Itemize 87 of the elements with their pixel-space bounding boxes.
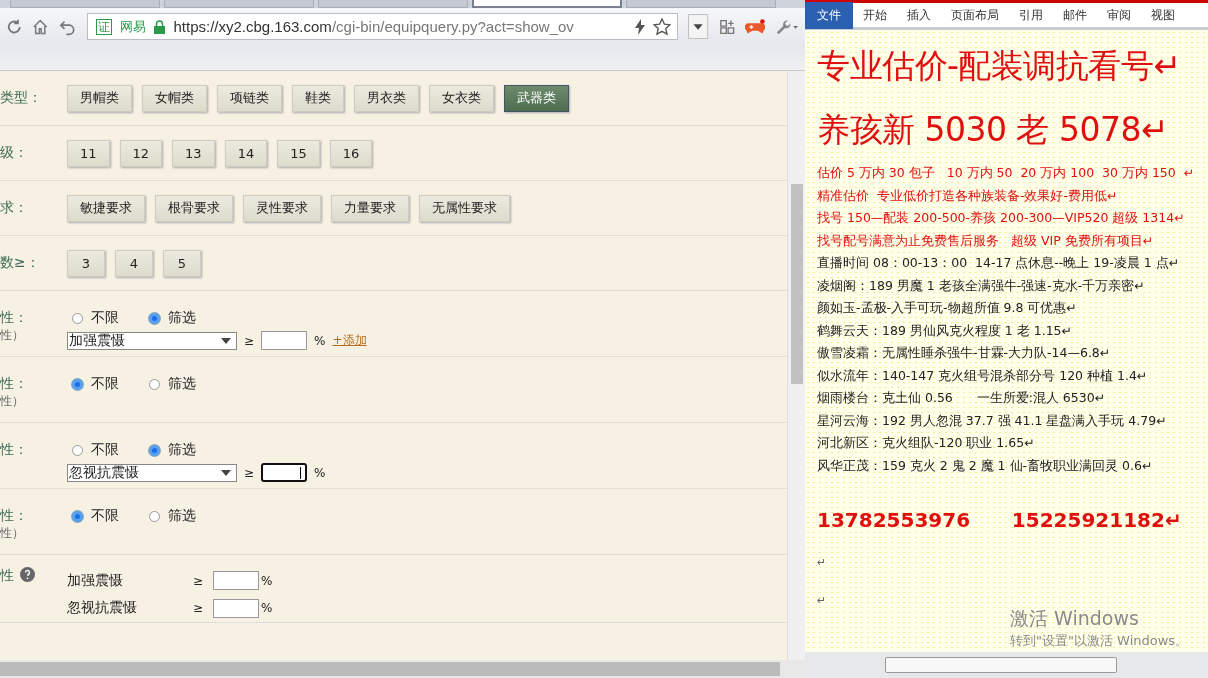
filter-option[interactable]: 鞋类 xyxy=(292,84,344,112)
attribute-sublabel: 性） xyxy=(0,327,25,344)
paragraph: 烟雨楼台：克土仙 0.56 一生所爱:混人 6530↵ xyxy=(817,389,1106,407)
ribbon-tab[interactable]: 开始 xyxy=(853,1,897,29)
paragraph: 鹤舞云天：189 男仙风克火程度 1 老 1.15↵ xyxy=(817,321,1072,340)
attribute-label: 性： xyxy=(0,309,29,327)
radio-label: 不限 xyxy=(91,441,119,459)
filter-label: 级： xyxy=(0,144,29,162)
filter-option[interactable]: 15 xyxy=(277,139,320,167)
filter-option[interactable]: 12 xyxy=(119,139,163,167)
paragraph: 专业估价-配装调抗看号↵ xyxy=(817,45,1181,87)
add-link[interactable]: +添加 xyxy=(332,332,367,349)
filter-option[interactable]: 女帽类 xyxy=(142,84,207,112)
paragraph: 精准估价 专业低价打造各种族装备-效果好-费用低↵ xyxy=(817,186,1118,205)
filter-option[interactable]: 11 xyxy=(67,139,110,167)
filter-option[interactable]: 14 xyxy=(224,139,268,167)
ribbon-tab[interactable]: 插入 xyxy=(897,1,941,29)
filter-label: 类型： xyxy=(0,89,43,107)
paragraph: 凌烟阁：189 男魔 1 老孩全满强牛-强速-克水-千万亲密↵ xyxy=(817,276,1145,295)
paragraph-mark: ↵ xyxy=(817,555,827,571)
attribute-name: 加强震慑 xyxy=(67,571,124,590)
radio-label: 不限 xyxy=(91,375,119,393)
attribute-name: 忽视抗震慑 xyxy=(67,599,138,618)
ribbon-tab[interactable]: 审阅 xyxy=(1097,1,1141,29)
attribute-label: 性： xyxy=(0,507,29,525)
paragraph: 星河云海：192 男人忽混 37.7 强 41.1 星盘满入手玩 4.79↵ xyxy=(817,411,1167,430)
address-bar[interactable]: 证 网易 https://xy2.cbg.163.com/cgi-bin/equipquery.py?act=show_ov xyxy=(87,13,679,40)
filter-option[interactable]: 4 xyxy=(115,249,153,277)
radio-label: 不限 xyxy=(91,507,119,525)
filter-label: 数≥： xyxy=(0,254,41,272)
comparison-sign: ≥ xyxy=(193,601,205,616)
ribbon-tab[interactable]: 视图 xyxy=(1141,1,1185,29)
comparison-sign: ≥ xyxy=(244,333,255,348)
paragraph: 河北新区：克火组队-120 职业 1.65↵ xyxy=(817,434,1035,452)
attribute-label: 性： xyxy=(0,441,29,459)
verified-badge: 证 xyxy=(96,18,113,35)
activation-notice: 转到"设置"以激活 Windows。 xyxy=(1010,632,1189,650)
filter-label: 求： xyxy=(0,199,29,217)
radio-label: 筛选 xyxy=(168,309,196,327)
percent-unit: % xyxy=(261,573,274,588)
filter-option[interactable]: 项链类 xyxy=(217,84,282,112)
ribbon-tab[interactable]: 引用 xyxy=(1009,1,1053,29)
filter-option[interactable]: 灵性要求 xyxy=(243,194,321,222)
paragraph: 直播时间 08：00-13：00 14-17 点休息--晚上 19-凌晨 1 点↵ xyxy=(817,254,1180,272)
paragraph: 13782553976 15225921182↵ xyxy=(817,507,1182,534)
filter-option[interactable]: 根骨要求 xyxy=(155,194,233,222)
percent-unit: % xyxy=(261,601,274,616)
url-text: https://xy2.cbg.163.com/cgi-bin/equipquery.py?act=show_ov xyxy=(173,18,575,35)
attribute-dropdown[interactable]: 忽视抗震慑 xyxy=(67,463,237,482)
paragraph: 傲雪凌霜：无属性睡杀强牛-甘霖-大力队-14—6.8↵ xyxy=(817,344,1111,362)
site-name: 网易 xyxy=(120,17,147,36)
activation-notice: 激活 Windows xyxy=(1010,606,1140,631)
filter-option[interactable]: 男帽类 xyxy=(67,84,132,112)
filter-option[interactable]: 武器类 xyxy=(504,84,569,112)
ribbon-tab[interactable]: 文件 xyxy=(805,1,853,29)
radio-label: 不限 xyxy=(91,309,119,327)
paragraph: 养孩新 5030 老 5078↵ xyxy=(817,109,1169,151)
attribute-label: 性 xyxy=(0,567,14,585)
paragraph: 风华正茂：159 克火 2 鬼 2 魔 1 仙-畜牧职业满回灵 0.6↵ xyxy=(817,456,1153,475)
filter-option[interactable]: 13 xyxy=(172,139,215,167)
attribute-sublabel: 性） xyxy=(0,393,25,410)
paragraph: 找号 150—配装 200-500-养孩 200-300—VIP520 超级 1314↵ xyxy=(817,209,1185,227)
filter-option[interactable]: 5 xyxy=(163,249,201,277)
percent-unit: % xyxy=(314,333,326,348)
radio-label: 筛选 xyxy=(168,441,196,459)
comparison-sign: ≥ xyxy=(193,573,205,588)
comparison-sign: ≥ xyxy=(244,465,255,480)
filter-option[interactable]: 女衣类 xyxy=(429,84,494,112)
attribute-sublabel: 性） xyxy=(0,525,25,542)
filter-option[interactable]: 无属性要求 xyxy=(419,194,510,222)
paragraph: 找号配号满意为止免费售后服务 超级 VIP 免费所有项目↵ xyxy=(817,231,1154,250)
radio-label: 筛选 xyxy=(168,507,196,525)
filter-option[interactable]: 力量要求 xyxy=(331,194,409,222)
percent-unit: % xyxy=(314,465,326,480)
filter-option[interactable]: 敏捷要求 xyxy=(67,194,145,222)
ribbon-tab[interactable]: 页面布局 xyxy=(941,1,1009,29)
paragraph-mark: ↵ xyxy=(817,593,827,609)
attribute-dropdown[interactable]: 加强震慑 xyxy=(67,331,237,350)
paragraph: 估价 5 万内 30 包子 10 万内 50 20 万内 100 30 万内 150 ↵ xyxy=(817,164,1195,182)
paragraph: 颜如玉-孟极-入手可玩-物超所值 9.8 可优惠↵ xyxy=(817,299,1077,317)
filter-option[interactable]: 3 xyxy=(67,249,105,277)
paragraph: 似水流年：140-147 克火组号混杀部分号 120 种植 1.4↵ xyxy=(817,366,1148,385)
radio-label: 筛选 xyxy=(168,375,196,393)
attribute-label: 性： xyxy=(0,375,29,393)
filter-option[interactable]: 男衣类 xyxy=(354,84,419,112)
ribbon-tab[interactable]: 邮件 xyxy=(1053,1,1097,29)
filter-option[interactable]: 16 xyxy=(329,139,373,167)
